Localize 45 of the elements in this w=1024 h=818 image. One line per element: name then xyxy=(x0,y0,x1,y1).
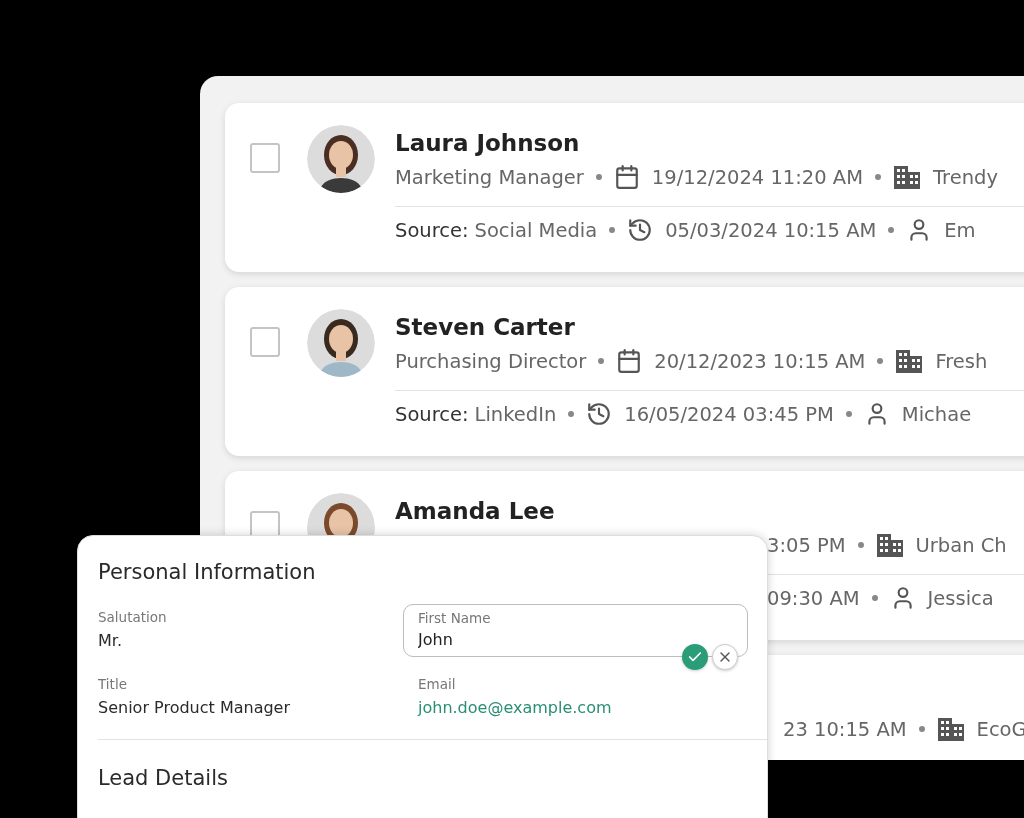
calendar-icon xyxy=(613,164,640,190)
section-title: Lead Details xyxy=(98,766,229,790)
detail-text: 23 10:15 AM xyxy=(783,717,907,741)
detail-text: Purchasing Director xyxy=(395,349,587,373)
lead-name: Steven Carter xyxy=(395,313,576,342)
email-link[interactable]: john.doe@example.com xyxy=(418,698,748,717)
lead-name: Laura Johnson xyxy=(395,129,581,158)
source-label: Source: xyxy=(395,402,469,426)
first-name-field[interactable]: First Name John xyxy=(403,604,748,657)
confirm-button[interactable] xyxy=(682,644,708,670)
date-text: 19/12/2024 11:20 AM xyxy=(651,165,863,189)
company-name: Trendy xyxy=(933,165,998,189)
owner-name: Em xyxy=(944,218,976,242)
date-text: 05/03/2024 10:15 AM xyxy=(665,218,877,242)
company-name: Fresh xyxy=(935,349,988,373)
field-label: Email xyxy=(418,676,457,692)
date-text: 20/12/2023 10:15 AM xyxy=(654,349,866,373)
source-label: Source: xyxy=(395,218,469,242)
detail-text: 09:30 AM xyxy=(767,586,860,610)
calendar-icon xyxy=(616,348,643,374)
section-title: Personal Information xyxy=(98,560,317,584)
source-value: LinkedIn xyxy=(474,402,557,426)
company-name: Urban Ch xyxy=(915,533,1007,557)
history-icon xyxy=(627,217,654,243)
history-icon xyxy=(586,401,613,427)
detail-text: 3:05 PM xyxy=(767,533,846,557)
field-label: First Name xyxy=(418,610,492,626)
building-icon xyxy=(893,164,921,190)
checkbox[interactable] xyxy=(250,143,280,173)
cancel-button[interactable] xyxy=(712,644,738,670)
lead-name: Amanda Lee xyxy=(395,497,556,526)
text-input[interactable]: John xyxy=(418,630,668,649)
building-icon xyxy=(895,348,924,374)
building-icon xyxy=(936,716,965,742)
field-label: Salutation xyxy=(98,609,168,625)
field-value: Mr. xyxy=(98,631,123,650)
source-value: Social Media xyxy=(474,218,598,242)
field-label: Title xyxy=(98,676,128,692)
owner-name: Jessica xyxy=(927,586,994,610)
checkbox[interactable] xyxy=(250,327,280,357)
detail-text: Marketing Manager xyxy=(395,165,584,189)
date-text: 16/05/2024 03:45 PM xyxy=(624,402,834,426)
building-icon xyxy=(875,532,904,558)
field-value: Senior Product Manager xyxy=(98,698,291,717)
owner-name: Michae xyxy=(901,402,972,426)
